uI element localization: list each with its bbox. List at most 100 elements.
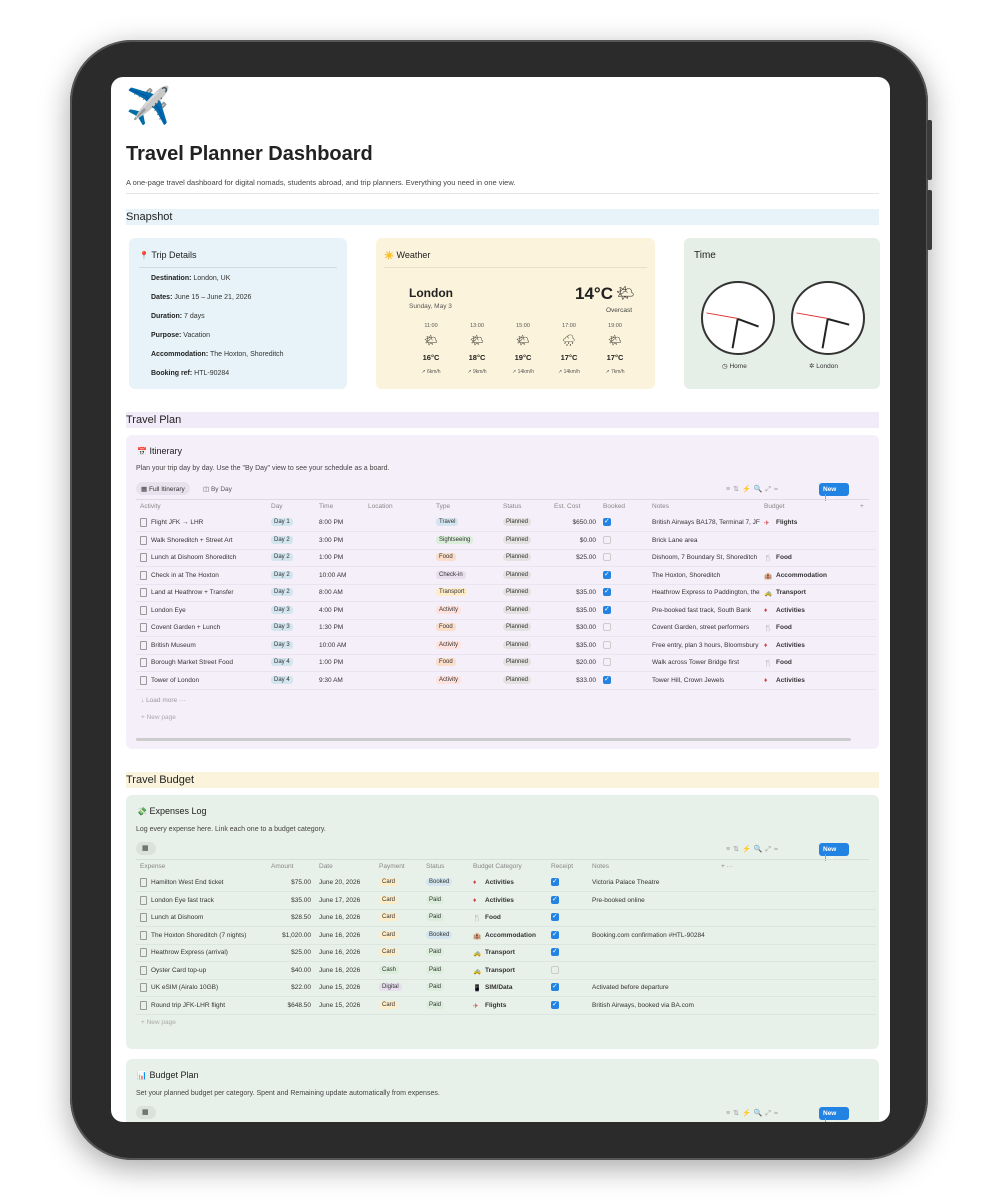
table-row[interactable]: Lunch at Dishoom $28.50 June 16, 2026 Card P… bbox=[136, 910, 876, 927]
booked-checkbox[interactable] bbox=[603, 640, 611, 649]
category-link[interactable]: Activities bbox=[485, 897, 514, 904]
column-header[interactable]: Type bbox=[436, 503, 450, 515]
column-header[interactable]: Status bbox=[426, 863, 444, 875]
column-header[interactable]: Day bbox=[271, 503, 283, 515]
budget-link[interactable]: Activities bbox=[776, 677, 805, 684]
column-header[interactable]: Expense bbox=[140, 863, 165, 875]
table-row[interactable]: Borough Market Street Food Day 4 1:00 PM Fo… bbox=[136, 655, 876, 672]
table-view-tab[interactable]: ▦ bbox=[136, 842, 156, 855]
activity-name[interactable]: Borough Market Street Food bbox=[151, 659, 233, 666]
column-header[interactable]: Status bbox=[503, 503, 521, 515]
activity-name[interactable]: Covent Garden + Lunch bbox=[151, 624, 220, 631]
table-row[interactable]: Heathrow Express (arrival) $25.00 June 16,… bbox=[136, 945, 876, 962]
column-header[interactable]: Notes bbox=[592, 863, 609, 875]
table-row[interactable]: The Hoxton Shoreditch (7 nights) $1,020.0… bbox=[136, 928, 876, 945]
category-link[interactable]: Transport bbox=[485, 967, 515, 974]
booked-checkbox[interactable] bbox=[603, 605, 611, 614]
receipt-checkbox[interactable] bbox=[551, 912, 559, 921]
new-page-button[interactable]: + New page bbox=[141, 1019, 176, 1026]
expense-name[interactable]: Round trip JFK-LHR flight bbox=[151, 1002, 225, 1009]
receipt-checkbox[interactable] bbox=[551, 1000, 559, 1009]
budget-link[interactable]: Food bbox=[776, 624, 792, 631]
activity-name[interactable]: Tower of London bbox=[151, 677, 199, 684]
view-toolbar[interactable]: ≡⇅⚡🔍⤢≐ bbox=[726, 1109, 781, 1118]
table-row[interactable]: Oyster Card top-up $40.00 June 16, 2026 Cas… bbox=[136, 963, 876, 980]
activity-name[interactable]: London Eye bbox=[151, 607, 186, 614]
booked-checkbox[interactable] bbox=[603, 675, 611, 684]
expense-name[interactable]: London Eye fast track bbox=[151, 897, 214, 904]
table-row[interactable]: Flight JFK → LHR Day 1 8:00 PM Travel Planne… bbox=[136, 515, 876, 532]
column-header[interactable]: Booked bbox=[603, 503, 625, 515]
category-link[interactable]: Activities bbox=[485, 879, 514, 886]
horizontal-scrollbar[interactable] bbox=[136, 738, 851, 741]
column-header[interactable]: Payment bbox=[379, 863, 405, 875]
expense-name[interactable]: Lunch at Dishoom bbox=[151, 914, 203, 921]
column-header[interactable]: Location bbox=[368, 503, 393, 515]
table-row[interactable]: Check in at The Hoxton Day 2 10:00 AM Check… bbox=[136, 568, 876, 585]
table-row[interactable]: Tower of London Day 4 9:30 AM Activity Plann… bbox=[136, 673, 876, 690]
booked-checkbox[interactable] bbox=[603, 535, 611, 544]
tab-by-day[interactable]: ◫ By Day bbox=[203, 485, 232, 493]
expense-name[interactable]: Oyster Card top-up bbox=[151, 967, 206, 974]
table-view-tab[interactable]: ▦ bbox=[136, 1106, 156, 1119]
activity-name[interactable]: Lunch at Dishoom Shoreditch bbox=[151, 554, 236, 561]
table-row[interactable]: London Eye fast track $35.00 June 17, 2026… bbox=[136, 893, 876, 910]
expense-name[interactable]: Hamilton West End ticket bbox=[151, 879, 224, 886]
category-link[interactable]: SIM/Data bbox=[485, 984, 512, 991]
table-row[interactable]: Hamilton West End ticket $75.00 June 20, 2… bbox=[136, 875, 876, 892]
table-row[interactable]: Covent Garden + Lunch Day 3 1:30 PM Food Pla… bbox=[136, 620, 876, 637]
table-row[interactable]: Lunch at Dishoom Shoreditch Day 2 1:00 PM F… bbox=[136, 550, 876, 567]
column-header[interactable]: Receipt bbox=[551, 863, 573, 875]
table-row[interactable]: London Eye Day 3 4:00 PM Activity Planned $35… bbox=[136, 603, 876, 620]
new-button[interactable]: New ⌄ bbox=[819, 483, 849, 501]
load-more-button[interactable]: ↓ Load more ··· bbox=[141, 697, 185, 704]
budget-link[interactable]: Food bbox=[776, 659, 792, 666]
column-header[interactable]: Time bbox=[319, 503, 333, 515]
expense-name[interactable]: The Hoxton Shoreditch (7 nights) bbox=[151, 932, 246, 939]
booked-checkbox[interactable] bbox=[603, 587, 611, 596]
booked-checkbox[interactable] bbox=[603, 517, 611, 526]
column-header[interactable]: Budget bbox=[764, 503, 785, 515]
column-header[interactable]: Date bbox=[319, 863, 333, 875]
budget-link[interactable]: Activities bbox=[776, 642, 805, 649]
column-header[interactable]: Notes bbox=[652, 503, 669, 515]
booked-checkbox[interactable] bbox=[603, 623, 611, 631]
tab-full-itinerary[interactable]: ▦ Full Itinerary bbox=[136, 482, 190, 495]
expense-name[interactable]: UK eSIM (Airalo 10GB) bbox=[151, 984, 218, 991]
receipt-checkbox[interactable] bbox=[551, 982, 559, 991]
budget-link[interactable]: Activities bbox=[776, 607, 805, 614]
receipt-checkbox[interactable] bbox=[551, 930, 559, 939]
column-header[interactable]: Budget Category bbox=[473, 863, 522, 875]
new-button[interactable]: New ⌄ bbox=[819, 843, 849, 861]
budget-link[interactable]: Food bbox=[776, 554, 792, 561]
activity-name[interactable]: British Museum bbox=[151, 642, 196, 649]
budget-link[interactable]: Accommodation bbox=[776, 572, 827, 579]
view-toolbar[interactable]: ≡⇅⚡🔍⤢≐ bbox=[726, 485, 781, 494]
receipt-checkbox[interactable] bbox=[551, 947, 559, 956]
category-link[interactable]: Flights bbox=[485, 1002, 506, 1009]
receipt-checkbox[interactable] bbox=[551, 877, 559, 886]
category-link[interactable]: Accommodation bbox=[485, 932, 536, 939]
expense-name[interactable]: Heathrow Express (arrival) bbox=[151, 949, 228, 956]
table-row[interactable]: Land at Heathrow + Transfer Day 2 8:00 AM T… bbox=[136, 585, 876, 602]
view-toolbar[interactable]: ≡⇅⚡🔍⤢≐ bbox=[726, 845, 781, 854]
column-header[interactable]: Amount bbox=[271, 863, 293, 875]
new-page-button[interactable]: + New page bbox=[141, 714, 176, 721]
activity-name[interactable]: Land at Heathrow + Transfer bbox=[151, 589, 234, 596]
column-header[interactable]: Est. Cost bbox=[554, 503, 580, 515]
activity-name[interactable]: Flight JFK → LHR bbox=[151, 519, 203, 526]
category-link[interactable]: Transport bbox=[485, 949, 515, 956]
booked-checkbox[interactable] bbox=[603, 553, 611, 561]
table-row[interactable]: Round trip JFK-LHR flight $648.50 June 15,… bbox=[136, 998, 876, 1015]
budget-link[interactable]: Flights bbox=[776, 519, 797, 526]
receipt-checkbox[interactable] bbox=[551, 895, 559, 904]
table-row[interactable]: UK eSIM (Airalo 10GB) $22.00 June 15, 2026… bbox=[136, 980, 876, 997]
add-column-icon[interactable]: + bbox=[860, 503, 864, 515]
category-link[interactable]: Food bbox=[485, 914, 501, 921]
booked-checkbox[interactable] bbox=[603, 658, 611, 666]
table-row[interactable]: Walk Shoreditch + Street Art Day 2 3:00 PM… bbox=[136, 533, 876, 550]
add-column-icon[interactable]: + ··· bbox=[721, 863, 733, 875]
table-row[interactable]: British Museum Day 3 10:00 AM Activity Plann… bbox=[136, 638, 876, 655]
column-header[interactable]: Activity bbox=[140, 503, 161, 515]
budget-link[interactable]: Transport bbox=[776, 589, 806, 596]
